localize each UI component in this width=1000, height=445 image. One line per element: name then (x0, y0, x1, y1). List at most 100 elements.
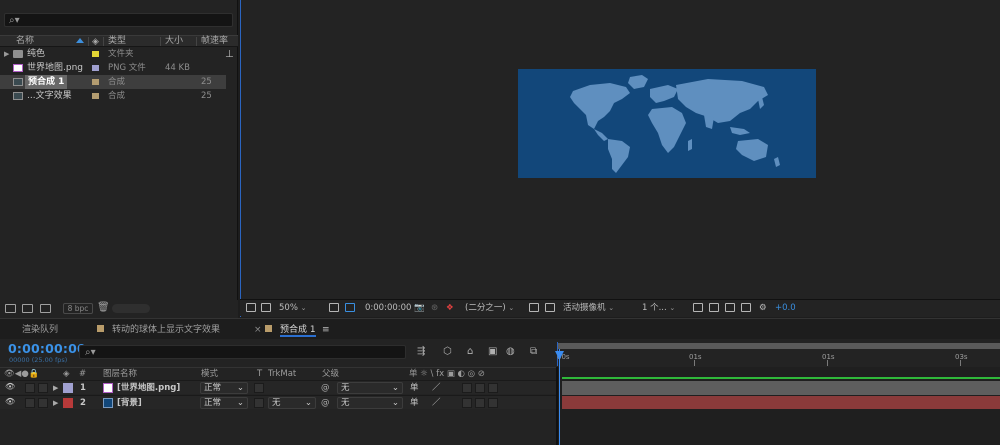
layer-name[interactable]: [背景] (117, 397, 142, 409)
audio-switch[interactable] (25, 398, 35, 408)
preserve-transparency-switch[interactable] (254, 398, 264, 408)
layer-search-input[interactable]: ⌕▾ (79, 345, 406, 359)
track-matte-dropdown[interactable]: 无 ⌄ (268, 397, 316, 409)
effect-switch[interactable] (462, 383, 472, 393)
label-tag-icon[interactable]: ◈ (92, 37, 99, 47)
interpret-footage-icon[interactable] (5, 304, 16, 313)
project-item-text-effect-comp[interactable]: ...文字效果 合成 25 (0, 89, 226, 103)
layer-row-1[interactable]: 👁 ▶ 1 [世界地图.png] 正常 ⌄ @ 无 ⌄ 单 ／ (0, 380, 556, 394)
layer-1-duration-bar[interactable] (562, 381, 1000, 395)
tab-render-queue[interactable]: 渲染队列 (22, 323, 58, 337)
tab-rotating-globe-comp[interactable]: 转动的球体上显示文字效果 (112, 323, 220, 337)
eye-icon[interactable]: 👁 (5, 397, 15, 406)
work-area-bar[interactable] (558, 343, 1000, 349)
parent-dropdown[interactable]: 无 ⌄ (337, 382, 403, 394)
new-folder-icon[interactable] (22, 304, 33, 313)
comp-flowchart-icon[interactable] (741, 303, 751, 312)
transparency-grid-icon[interactable] (545, 303, 555, 312)
monitor-icon[interactable] (261, 303, 271, 312)
expand-triangle-icon[interactable]: ▶ (53, 397, 58, 409)
eye-icon[interactable]: 👁 (5, 382, 15, 391)
col-framerate[interactable]: 帧速率 (201, 36, 228, 47)
label-color-chip[interactable] (92, 65, 99, 71)
shy-layers-icon[interactable]: ⌂ (467, 346, 473, 357)
motion-blur-switch[interactable] (475, 398, 485, 408)
layer-row-2[interactable]: 👁 ▶ 2 [背景] 正常 ⌄ 无 ⌄ @ 无 ⌄ 单 ／ (0, 395, 556, 409)
show-snapshot-icon[interactable]: ⊛ (431, 302, 438, 314)
quality-switch-icon[interactable]: ／ (432, 397, 441, 409)
resolution-dropdown[interactable]: (二分之一) ⌄ (465, 302, 514, 314)
label-color-chip[interactable] (92, 51, 99, 57)
expand-triangle-icon[interactable]: ▶ (53, 382, 58, 394)
new-composition-icon[interactable] (40, 304, 51, 313)
effect-switch[interactable] (462, 398, 472, 408)
layer-switches-header[interactable]: 单 ☼ \ fx ▣ ◐ ◎ ⊘ (409, 368, 485, 380)
camera-view-dropdown[interactable]: 活动摄像机 ⌄ (563, 302, 614, 314)
blend-mode-dropdown[interactable]: 正常 ⌄ (200, 382, 248, 394)
label-tag-icon[interactable]: ◈ (63, 368, 70, 380)
layer-name[interactable]: [世界地图.png] (117, 382, 180, 394)
viewer-timecode[interactable]: 0:00:00:00 (365, 302, 411, 314)
layer-label-chip[interactable] (63, 383, 73, 393)
layer-2-duration-bar[interactable] (562, 396, 1000, 409)
project-search-input[interactable]: ⌕▾ (4, 13, 233, 27)
project-item-world-map-png[interactable]: 世界地图.png PNG 文件 44 KB (0, 61, 226, 75)
col-mode[interactable]: 模式 (201, 368, 218, 380)
3d-layer-switch[interactable] (488, 383, 498, 393)
close-icon[interactable]: × (254, 323, 262, 337)
panel-menu-icon[interactable]: ≡ (322, 323, 330, 337)
comp-mini-flowchart-icon[interactable]: ⇶ (417, 346, 425, 357)
col-layer-name[interactable]: 图层名称 (103, 368, 137, 380)
color-channels-icon[interactable]: ❖ (446, 302, 454, 314)
tab-precomp-1[interactable]: 预合成 1 (280, 323, 316, 337)
timeline-icon[interactable] (725, 303, 735, 312)
safe-zones-icon[interactable] (329, 303, 339, 312)
layer-label-chip[interactable] (63, 398, 73, 408)
blend-mode-dropdown[interactable]: 正常 ⌄ (200, 397, 248, 409)
flowchart-icon[interactable]: ⊥ (225, 49, 234, 60)
col-type[interactable]: 类型 (108, 36, 126, 47)
fast-previews-icon[interactable] (709, 303, 719, 312)
col-name[interactable]: 名称 (16, 36, 34, 47)
frame-blending-icon[interactable]: ▣ (488, 346, 497, 357)
audio-switch[interactable] (25, 383, 35, 393)
project-scrollbar[interactable] (112, 304, 150, 313)
3d-layer-switch[interactable] (488, 398, 498, 408)
preserve-transparency-switch[interactable] (254, 383, 264, 393)
lock-switch[interactable] (38, 398, 48, 408)
project-item-solids-folder[interactable]: ▶ 纯色 文件夹 (0, 47, 226, 61)
reset-exposure-icon[interactable]: ⚙ (759, 302, 767, 314)
graph-editor-icon[interactable]: ⧉ (530, 346, 537, 357)
col-size[interactable]: 大小 (165, 36, 183, 47)
region-of-interest-icon[interactable] (529, 303, 539, 312)
av-switches-icons[interactable]: 👁◀●🔒 (4, 368, 39, 380)
col-layer-number[interactable]: # (79, 368, 86, 380)
lock-switch[interactable] (38, 383, 48, 393)
parent-dropdown[interactable]: 无 ⌄ (337, 397, 403, 409)
zoom-dropdown[interactable]: 50% ⌄ (279, 302, 306, 314)
col-preserve-transparency[interactable]: T (257, 368, 262, 380)
pickwhip-icon[interactable]: @ (321, 382, 330, 394)
toggle-pixel-aspect-icon[interactable] (693, 303, 703, 312)
always-preview-icon[interactable] (246, 303, 256, 312)
label-color-chip[interactable] (92, 79, 99, 85)
panel-divider[interactable] (556, 367, 557, 445)
shy-switch-icon[interactable]: 单 (410, 397, 419, 409)
view-layout-dropdown[interactable]: 1 个... ⌄ (642, 302, 675, 314)
col-parent[interactable]: 父级 (322, 368, 339, 380)
quality-switch-icon[interactable]: ／ (432, 382, 441, 394)
camera-snapshot-icon[interactable]: 📷 (414, 302, 425, 314)
composition-viewer[interactable] (240, 0, 1000, 317)
project-item-precomp-1[interactable]: 预合成 1 合成 25 (0, 75, 226, 89)
label-color-chip[interactable] (92, 93, 99, 99)
motion-blur-switch[interactable] (475, 383, 485, 393)
current-time-display[interactable]: 0:00:00:00 (8, 341, 86, 356)
pickwhip-icon[interactable]: @ (321, 397, 330, 409)
playhead-line[interactable] (559, 349, 560, 445)
trash-icon[interactable]: 🗑 (97, 302, 110, 313)
mask-visibility-icon[interactable] (345, 303, 355, 312)
motion-blur-icon[interactable]: ◍ (506, 346, 515, 357)
col-trkmat[interactable]: TrkMat (268, 368, 296, 380)
sort-ascending-icon[interactable] (76, 38, 84, 43)
bit-depth-button[interactable]: 8 bpc (63, 303, 93, 314)
